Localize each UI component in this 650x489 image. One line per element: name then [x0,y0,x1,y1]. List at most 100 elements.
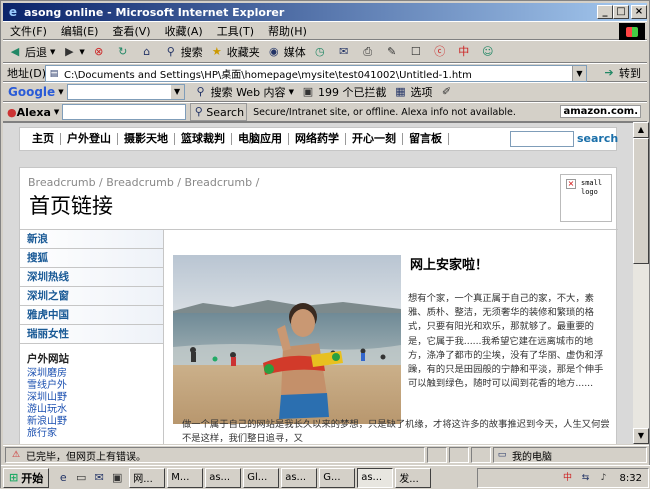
menu-edit[interactable]: 编辑(E) [54,23,106,39]
sidebar-link[interactable]: 深圳磨房 [27,368,163,380]
messenger-button[interactable]: ☺ [480,44,498,60]
taskbar-item[interactable]: as... [281,467,318,488]
chinese-button[interactable]: 中 [456,44,474,60]
minimize-button[interactable]: _ [597,5,613,19]
nav-outdoor[interactable]: 户外登山 [61,133,118,145]
popup-blocker-button[interactable]: ▣ 199 个已拦截 [300,84,387,100]
tray-network-icon[interactable]: ⇆ [578,470,594,486]
logo-text: small logo [581,179,603,196]
sidebar-item-rayli[interactable]: 瑞丽女性 [20,325,163,344]
sidebar-item-szonline[interactable]: 深圳热线 [20,268,163,287]
nav-fun[interactable]: 开心一刻 [346,133,403,145]
quicklaunch-app-icon[interactable]: ▣ [109,470,125,486]
address-input[interactable]: ▤ C:\Documents and Settings\HP\桌面\homepa… [45,65,587,82]
menu-view[interactable]: 查看(V) [105,23,157,39]
standard-toolbar: ◀ 后退 ▼ ▶ ▼ ⊗ ↻ ⌂ ⚲ 搜索 ★ 收藏夹 ◉ 媒体 ◷ ✉ ⎙ ✎ ☐ ⓒ 中… [3,40,647,63]
beach-photo [173,255,401,424]
highlight-icon[interactable]: ✐ [438,84,454,100]
history-icon: ◷ [314,44,325,58]
sidebar-item-yahoo[interactable]: 雅虎中国 [20,306,163,325]
quicklaunch-ie-icon[interactable]: e [55,470,71,486]
stop-button[interactable]: ⊗ [91,44,109,60]
maximize-button[interactable]: □ [613,5,629,19]
sidebar-link[interactable]: 雪线户外 [27,380,163,392]
edit-button[interactable]: ✎ [384,44,402,60]
alexa-logo: ●Alexa [7,105,51,119]
warning-icon[interactable]: ⚠ [8,447,24,463]
alexa-search-input[interactable] [62,104,187,120]
nav-home[interactable]: 主页 [26,133,61,145]
refresh-button[interactable]: ↻ [115,44,133,60]
nav-pharmacy[interactable]: 网络药学 [289,133,346,145]
history-button[interactable]: ◷ [312,44,330,60]
research-button[interactable]: ⓒ [432,44,450,60]
sidebar-link[interactable]: 新浪山野 [27,416,163,428]
search-button[interactable]: ⚲ 搜索 [163,44,203,60]
scroll-thumb[interactable] [633,138,649,264]
quicklaunch-desktop-icon[interactable]: ▭ [73,470,89,486]
nav-guestbook[interactable]: 留言板 [403,133,449,145]
title-bar[interactable]: e asong online - Microsoft Internet Expl… [3,3,647,21]
menu-favorites[interactable]: 收藏(A) [158,23,210,39]
vertical-scrollbar[interactable]: ▲ ▼ [633,122,649,444]
print-button[interactable]: ⎙ [360,44,378,60]
browser-window: e asong online - Microsoft Internet Expl… [0,0,650,489]
address-label: 地址(D) [7,66,47,80]
popup-blocker-icon: ▣ [302,85,314,98]
sidebar-section-title: 户外网站 [27,353,69,365]
menu-file[interactable]: 文件(F) [3,23,54,39]
discuss-button[interactable]: ☐ [408,44,426,60]
google-search-web-button[interactable]: ⚲ 搜索 Web 内容 ▼ [193,84,294,100]
taskbar-item[interactable]: 发... [395,467,432,488]
mail-icon: ✉ [339,44,349,58]
nav-computer[interactable]: 电脑应用 [232,133,289,145]
google-options-button[interactable]: ▦ 选项 [392,84,432,100]
site-search-button[interactable]: search [577,132,618,145]
home-button[interactable]: ⌂ [139,44,157,60]
go-button[interactable]: ➔ 转到 [601,65,641,81]
mail-button[interactable]: ✉ [336,44,354,60]
favorites-button[interactable]: ★ 收藏夹 [209,44,260,60]
sidebar-link[interactable]: 游山玩水 [27,404,163,416]
alexa-toolbar: ●Alexa ▼ ⚲ Search Secure/Intranet site, o… [3,102,647,122]
alexa-search-icon: ⚲ [194,105,203,118]
amazon-logo[interactable]: amazon.com. [560,105,641,118]
menu-help[interactable]: 帮助(H) [261,23,314,39]
taskbar-item[interactable]: as... [205,467,242,488]
forward-button[interactable]: ▶ ▼ [61,44,85,60]
tray-ime-icon[interactable]: 中 [560,470,576,486]
taskbar-item[interactable]: Gl... [243,467,280,488]
taskbar-item-active[interactable]: as... [357,467,394,488]
address-dropdown-icon[interactable]: ▼ [572,66,586,81]
site-search-input[interactable] [510,131,574,147]
web-page: 主页 户外登山 摄影天地 篮球裁判 电脑应用 网络药学 开心一刻 留言板 sea… [3,122,633,444]
alexa-search-button[interactable]: ⚲ Search [190,103,248,121]
taskbar-item[interactable]: G... [319,467,356,488]
taskbar-item[interactable]: 网... [129,467,166,488]
start-logo-icon: ⊞ [9,471,19,484]
quicklaunch-outlook-icon[interactable]: ✉ [91,470,107,486]
google-dropdown-icon[interactable]: ▼ [170,85,184,99]
close-button[interactable]: × [631,5,647,19]
sidebar-link[interactable]: 深圳山野 [27,392,163,404]
breadcrumb[interactable]: Breadcrumb / Breadcrumb / Breadcrumb / [28,176,259,189]
taskbar-item[interactable]: M... [167,467,204,488]
sidebar-link[interactable]: 旅行家 [27,428,163,440]
print-icon: ⎙ [363,44,373,58]
menu-tools[interactable]: 工具(T) [210,23,261,39]
tray-volume-icon[interactable]: ♪ [596,470,612,486]
refresh-icon: ↻ [118,44,128,58]
scroll-down-icon[interactable]: ▼ [633,428,649,444]
status-bar: ⚠ 已完毕，但网页上有错误。 ▭ 我的电脑 [3,445,649,464]
sidebar-item-sohu[interactable]: 搜狐 [20,249,163,268]
sidebar-item-szwindow[interactable]: 深圳之窗 [20,287,163,306]
nav-basketball[interactable]: 篮球裁判 [175,133,232,145]
back-button[interactable]: ◀ 后退 ▼ [7,44,56,60]
media-button[interactable]: ◉ 媒体 [266,44,306,60]
nav-photography[interactable]: 摄影天地 [118,133,175,145]
start-button[interactable]: ⊞ 开始 [3,467,50,488]
sidebar-item-sina[interactable]: 新浪 [20,230,163,249]
broken-image-icon: × [566,179,576,189]
scroll-up-icon[interactable]: ▲ [633,122,649,138]
google-search-input[interactable]: ▼ [66,84,185,100]
